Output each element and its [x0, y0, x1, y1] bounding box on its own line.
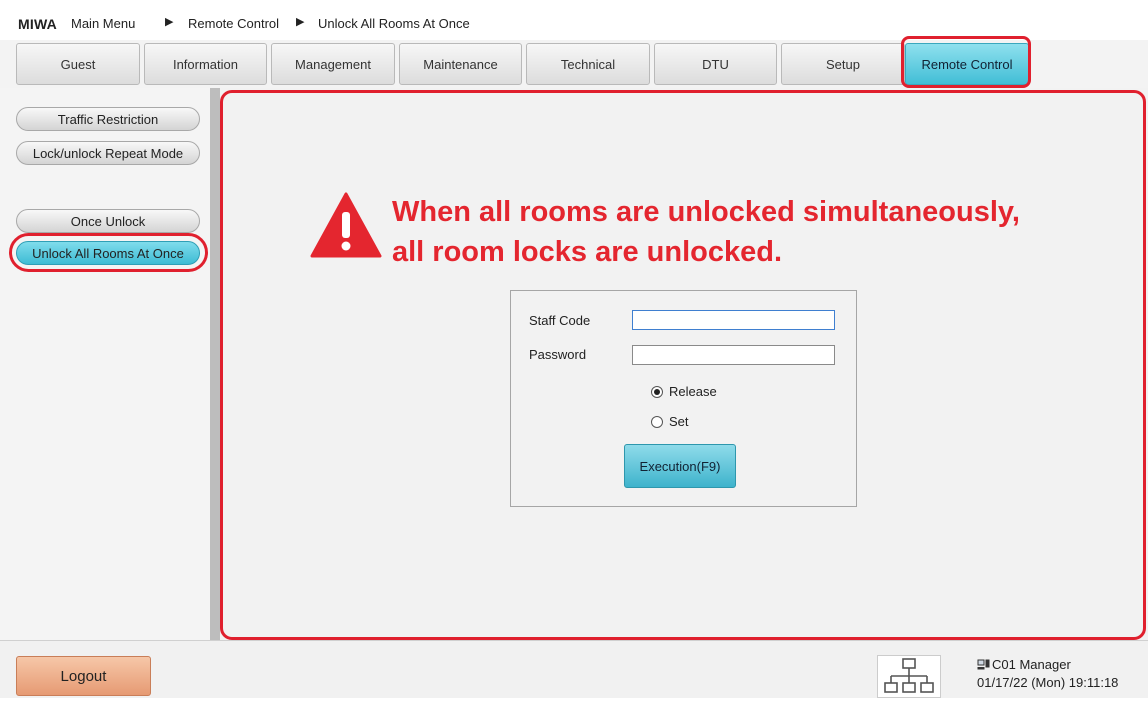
- terminal-icon: [977, 659, 990, 670]
- breadcrumb-separator-icon: ▶: [165, 16, 174, 28]
- network-icon: [884, 658, 934, 693]
- set-radio-label[interactable]: Set: [669, 414, 689, 429]
- tab-maintenance[interactable]: Maintenance: [399, 43, 522, 85]
- tab-guest[interactable]: Guest: [16, 43, 140, 85]
- brand-logo: MIWA: [18, 16, 57, 32]
- breadcrumb-separator-icon: ▶: [296, 16, 305, 28]
- release-radio[interactable]: [651, 386, 663, 398]
- tab-dtu[interactable]: DTU: [654, 43, 777, 85]
- staff-code-label: Staff Code: [529, 313, 591, 328]
- tab-remote-control[interactable]: Remote Control: [905, 43, 1029, 85]
- logout-button[interactable]: Logout: [16, 656, 151, 696]
- release-radio-label[interactable]: Release: [669, 384, 717, 399]
- sidebar: [0, 88, 210, 640]
- footer-bar: [0, 640, 1148, 698]
- sidebar-item-traffic-restriction[interactable]: Traffic Restriction: [16, 107, 200, 131]
- tab-technical[interactable]: Technical: [526, 43, 650, 85]
- staff-code-input[interactable]: [632, 310, 835, 330]
- warning-icon: [310, 192, 382, 258]
- tab-management[interactable]: Management: [271, 43, 395, 85]
- breadcrumb-item-current: Unlock All Rooms At Once: [318, 16, 470, 31]
- password-label: Password: [529, 347, 587, 362]
- current-datetime: 01/17/22 (Mon) 19:11:18: [977, 675, 1119, 690]
- warning-message-line2: all room locks are unlocked.: [392, 236, 783, 268]
- warning-message-line1: When all rooms are unlocked simultaneous…: [392, 196, 1020, 228]
- logged-in-user: C01 Manager: [992, 657, 1071, 672]
- sidebar-item-unlock-all[interactable]: Unlock All Rooms At Once: [16, 241, 200, 265]
- tab-information[interactable]: Information: [144, 43, 267, 85]
- execute-button[interactable]: Execution(F9): [624, 444, 736, 488]
- sidebar-divider: [210, 88, 220, 640]
- breadcrumb-item-main-menu[interactable]: Main Menu: [71, 16, 135, 31]
- sidebar-item-repeat-mode[interactable]: Lock/unlock Repeat Mode: [16, 141, 200, 165]
- set-radio[interactable]: [651, 416, 663, 428]
- breadcrumb-item-remote-control[interactable]: Remote Control: [188, 16, 279, 31]
- network-status-box[interactable]: [877, 655, 941, 698]
- tab-setup[interactable]: Setup: [781, 43, 905, 85]
- password-input[interactable]: [632, 345, 835, 365]
- sidebar-item-once-unlock[interactable]: Once Unlock: [16, 209, 200, 233]
